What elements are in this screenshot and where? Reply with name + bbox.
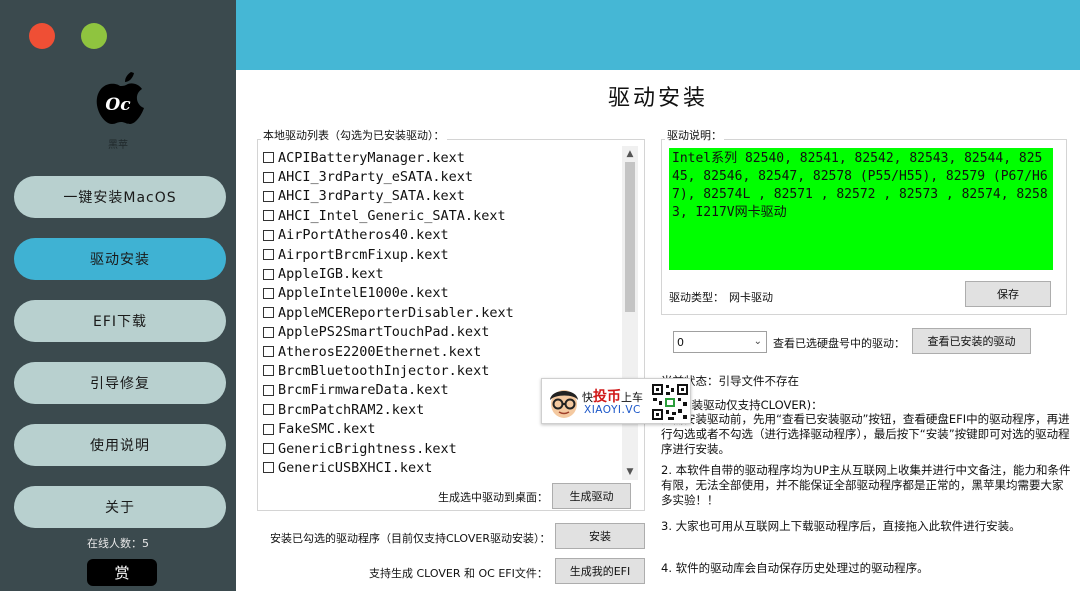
generate-driver-button[interactable]: 生成驱动 <box>552 483 631 509</box>
checkbox[interactable] <box>263 307 274 319</box>
online-count: 在线人数：5 <box>87 537 149 550</box>
note-4: 4. 软件的驱动库会自动保存历史处理过的驱动程序。 <box>661 561 929 575</box>
list-item[interactable]: AirPortAtheros40.kext <box>263 226 621 245</box>
watermark-line1: 快投币上车 <box>582 389 643 405</box>
list-item[interactable]: GenericBrightness.kext <box>263 439 621 458</box>
list-item[interactable]: AHCI_3rdParty_SATA.kext <box>263 187 621 206</box>
checkbox[interactable] <box>263 365 274 377</box>
sidebar-item-boot-repair[interactable]: 引导修复 <box>14 362 226 404</box>
list-item[interactable]: ACPIBatteryManager.kext <box>263 148 621 167</box>
save-button[interactable]: 保存 <box>965 281 1051 307</box>
chevron-down-icon: ⌄ <box>753 336 762 347</box>
status-line: 当前状态：引导文件不存在 <box>661 374 799 388</box>
checkbox[interactable] <box>263 171 274 183</box>
checkbox[interactable] <box>263 404 274 416</box>
sidebar: Oc 黑苹 一键安装MacOS 驱动安装 EFI下载 引导修复 使用说明 关于 … <box>0 0 236 591</box>
scrollbar-thumb[interactable] <box>625 162 635 312</box>
checkbox[interactable] <box>263 326 274 338</box>
watermark-badge: 快投币上车 XIAOYI.VC <box>541 378 691 424</box>
driver-type-label: 驱动类型： <box>669 291 724 304</box>
sidebar-item-install-macos[interactable]: 一键安装MacOS <box>14 176 226 218</box>
list-item[interactable]: AppleMCEReporterDisabler.kext <box>263 303 621 322</box>
driver-description-label: 驱动说明： <box>665 127 724 143</box>
close-window-button[interactable] <box>29 23 55 49</box>
logo-caption: 黑苹 <box>108 140 128 151</box>
list-item[interactable]: GenericUSBXHCI.kext <box>263 458 621 477</box>
view-installed-drivers-button[interactable]: 查看已安装的驱动 <box>912 328 1031 354</box>
list-item[interactable]: AppleIGB.kext <box>263 264 621 283</box>
minimize-window-button[interactable] <box>81 23 107 49</box>
note-3: 3. 大家也可用从互联网上下载驱动程序后，直接拖入此软件进行安装。 <box>661 519 1021 533</box>
list-item[interactable]: AppleIntelE1000e.kext <box>263 284 621 303</box>
page-title: 驱动安装 <box>607 86 708 111</box>
top-banner <box>236 0 1080 70</box>
generate-desktop-label: 生成选中驱动到桌面： <box>438 491 548 504</box>
checkbox[interactable] <box>263 384 274 396</box>
checkbox[interactable] <box>263 249 274 261</box>
qr-code-icon <box>650 382 690 422</box>
checkbox[interactable] <box>263 229 274 241</box>
checkbox[interactable] <box>263 462 274 474</box>
driver-list[interactable]: ACPIBatteryManager.kext AHCI_3rdParty_eS… <box>263 148 621 480</box>
driver-description-text[interactable]: Intel系列 82540, 82541, 82542, 82543, 8254… <box>669 148 1053 270</box>
view-disk-drivers-label: 查看已选硬盘号中的驱动： <box>773 337 905 350</box>
list-item[interactable]: AirportBrcmFixup.kext <box>263 245 621 264</box>
checkbox[interactable] <box>263 210 274 222</box>
list-item[interactable]: AHCI_3rdParty_eSATA.kext <box>263 167 621 186</box>
list-item[interactable]: ApplePS2SmartTouchPad.kext <box>263 323 621 342</box>
sidebar-item-usage-guide[interactable]: 使用说明 <box>14 424 226 466</box>
checkbox[interactable] <box>263 443 274 455</box>
disk-select-value: 0 <box>677 335 684 349</box>
generate-efi-button[interactable]: 生成我的EFI <box>555 558 645 584</box>
checkbox[interactable] <box>263 346 274 358</box>
avatar-icon <box>550 390 578 418</box>
checkbox[interactable] <box>263 268 274 280</box>
driver-list-scrollbar[interactable]: ▲ ▼ <box>622 146 638 480</box>
driver-list-group-label: 本地驱动列表（勾选为已安装驱动）： <box>261 127 447 143</box>
checkbox[interactable] <box>263 287 274 299</box>
driver-type-value: 网卡驱动 <box>729 291 773 304</box>
checkbox[interactable] <box>263 423 274 435</box>
checkbox[interactable] <box>263 152 274 164</box>
notes-heading: 1. (安装驱动仅支持CLOVER)： <box>661 398 823 412</box>
sidebar-item-about[interactable]: 关于 <box>14 486 226 528</box>
checkbox[interactable] <box>263 190 274 202</box>
disk-select[interactable]: 0 ⌄ <box>673 331 767 353</box>
scroll-down-icon[interactable]: ▼ <box>622 464 638 480</box>
note-1: 如需安装驱动前，先用“查看已安装驱动”按钮，查看硬盘EFI中的驱动程序，再进行勾… <box>661 412 1070 456</box>
scroll-up-icon[interactable]: ▲ <box>622 146 638 162</box>
install-button[interactable]: 安装 <box>555 523 645 549</box>
apple-logo-icon: Oc <box>96 72 144 124</box>
sidebar-item-efi-download[interactable]: EFI下载 <box>14 300 226 342</box>
support-efi-label: 支持生成 CLOVER 和 OC EFI文件： <box>369 567 548 580</box>
list-item[interactable]: AHCI_Intel_Generic_SATA.kext <box>263 206 621 225</box>
watermark-line2: XIAOYI.VC <box>584 404 641 416</box>
list-item[interactable]: AtherosE2200Ethernet.kext <box>263 342 621 361</box>
note-2: 2. 本软件自带的驱动程序均为UP主从互联网上收集并进行中文备注，能力和条件有限… <box>661 463 1071 507</box>
reward-button[interactable]: 赏 <box>87 559 157 586</box>
install-checked-label: 安装已勾选的驱动程序（目前仅支持CLOVER驱动安装）： <box>270 532 551 545</box>
logo-text: Oc <box>105 95 131 115</box>
sidebar-item-driver-install[interactable]: 驱动安装 <box>14 238 226 280</box>
